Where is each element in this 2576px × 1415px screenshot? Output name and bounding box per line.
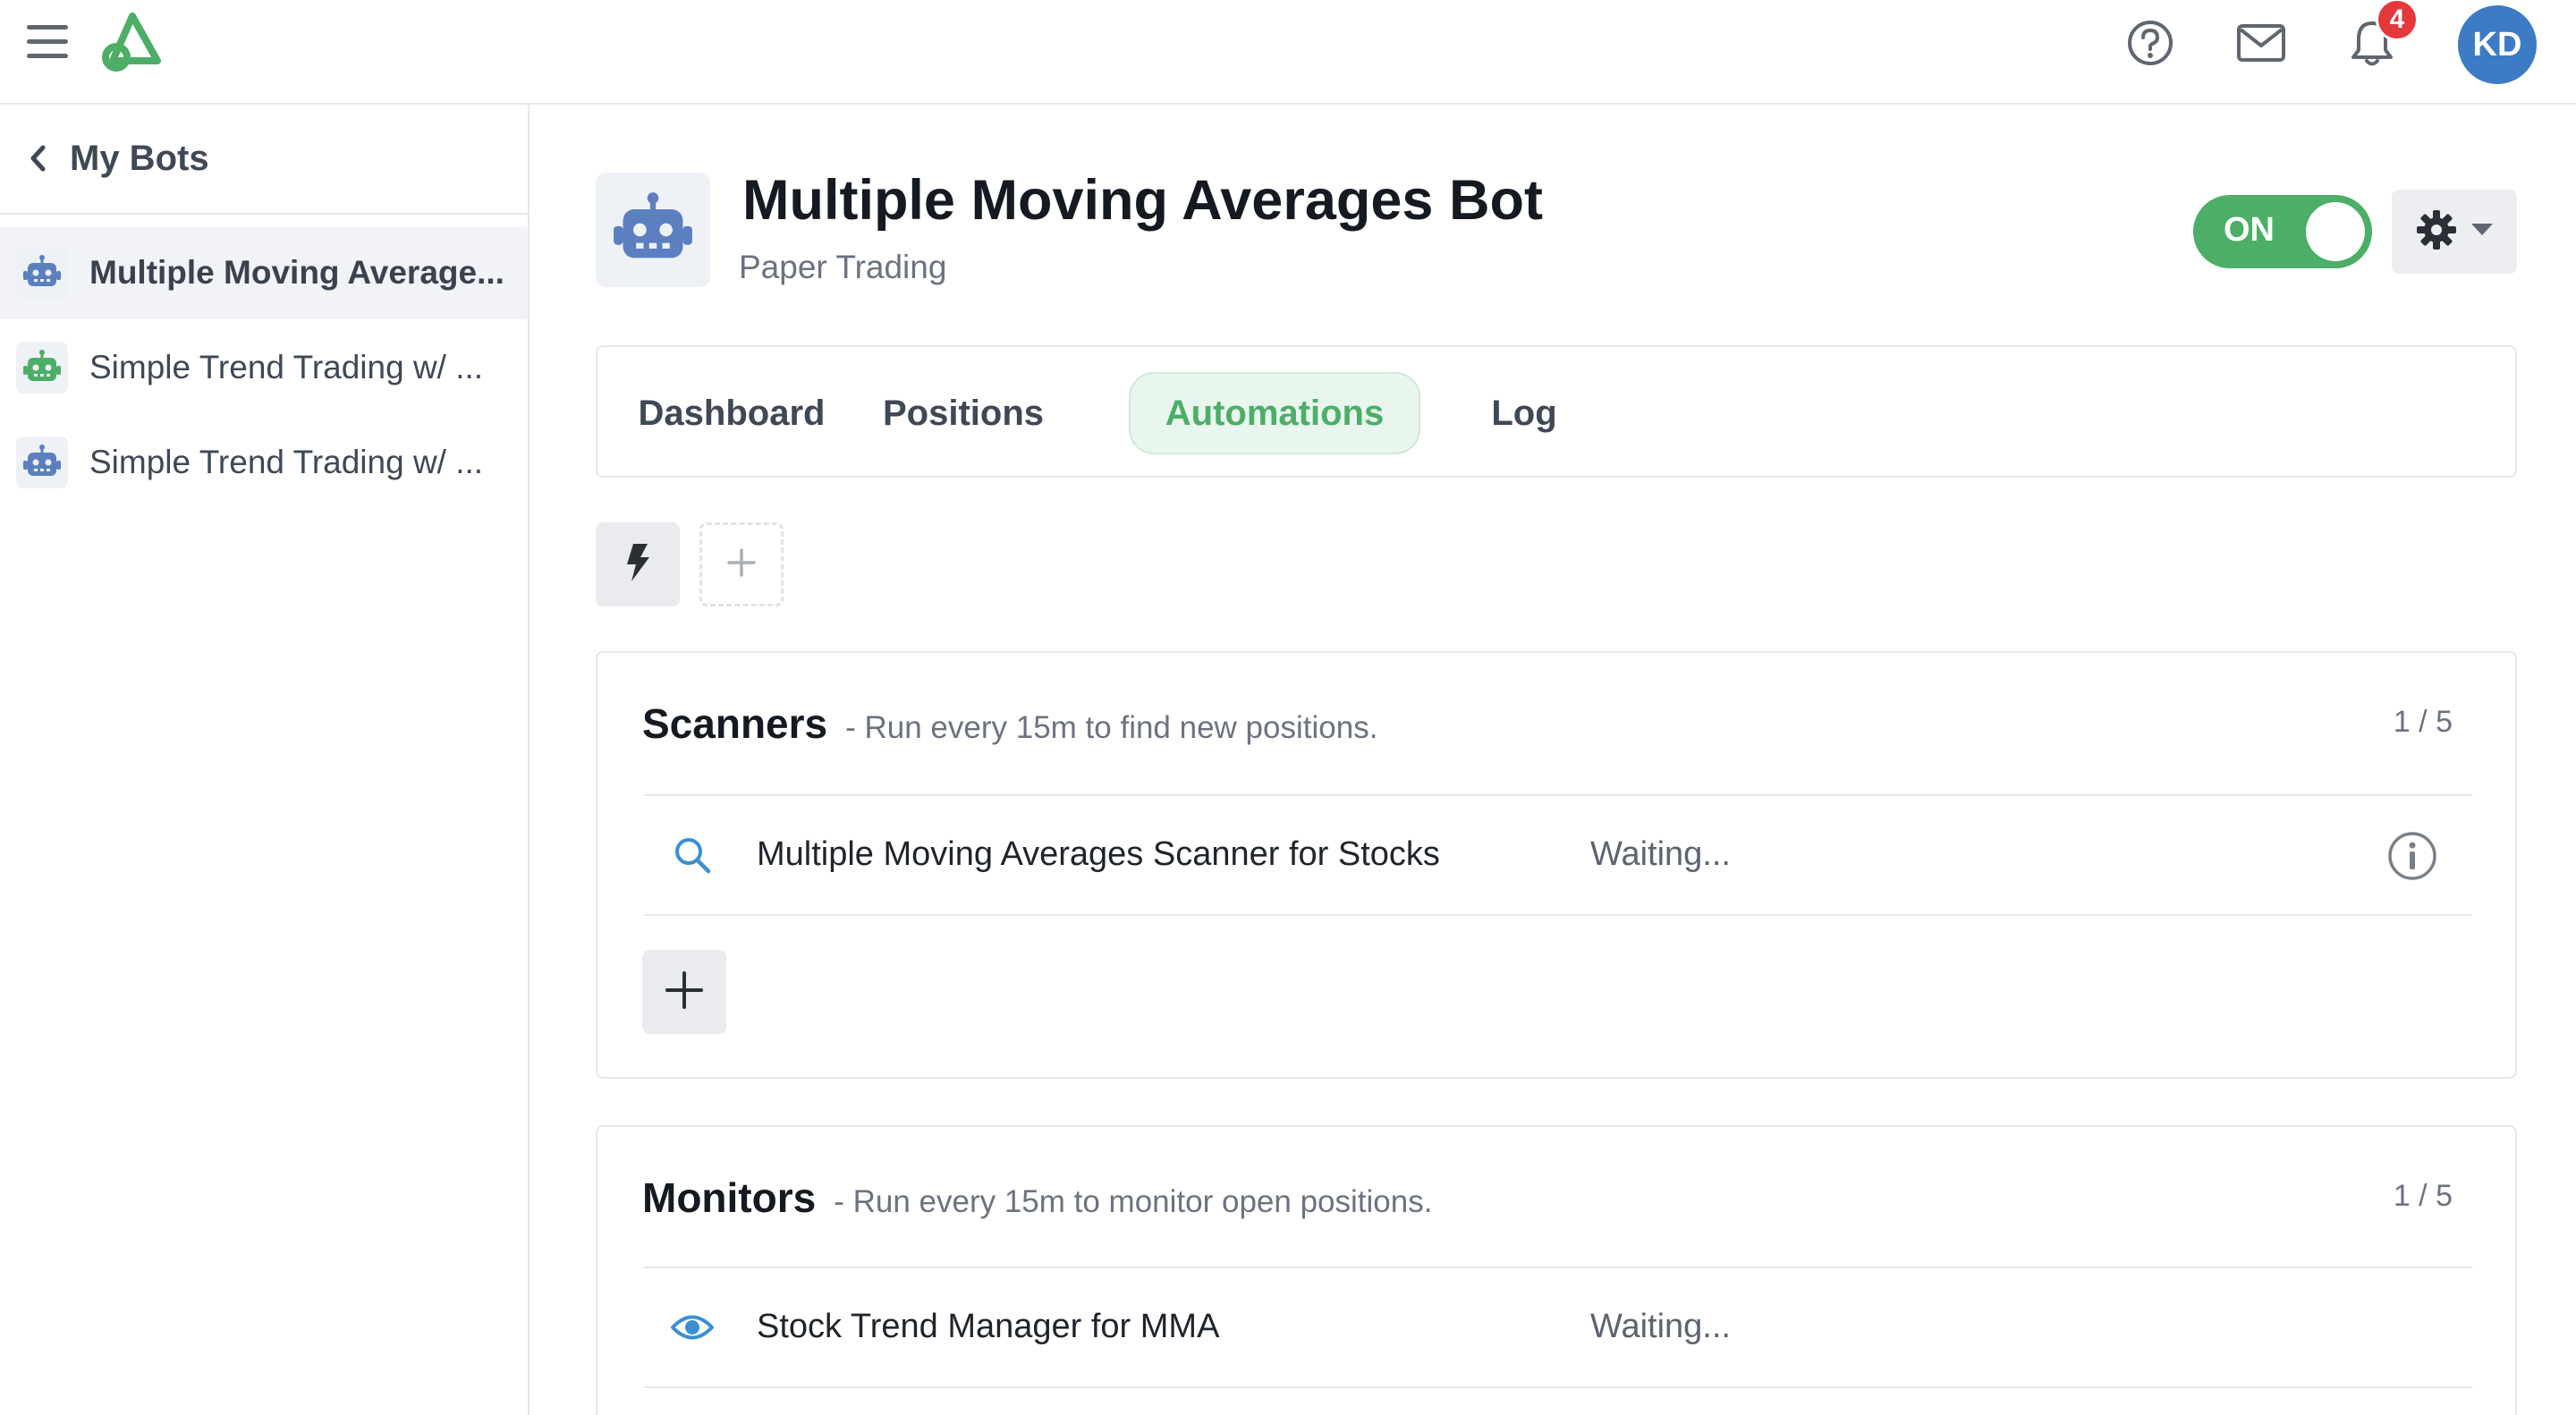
sidebar-bot-item-simple-trend-1[interactable]: Simple Trend Trading w/ ... [0,321,528,414]
tab-positions[interactable]: Positions [860,372,1066,454]
plus-icon [665,970,704,1014]
toggle-knob [2306,202,2365,261]
monitors-heading: Monitors - Run every 15m to monitor open… [642,1174,1432,1222]
brand-logo-icon[interactable] [98,11,166,72]
section-title: Scanners [642,700,828,747]
section-description: - Run every 15m to find new positions. [845,710,1378,745]
notification-count-badge: 4 [2376,0,2419,41]
bot-on-off-toggle[interactable]: ON [2193,195,2372,268]
hamburger-menu-icon[interactable] [27,23,70,61]
sidebar-bot-item-multiple-moving-averages[interactable]: Multiple Moving Average... [0,226,528,319]
section-title: Monitors [642,1174,817,1221]
sidebar-bot-label: Simple Trend Trading w/ ... [89,349,484,386]
eye-icon [669,1304,716,1351]
bot-robot-icon [596,173,710,287]
automation-set-button[interactable] [596,522,680,606]
bot-title: Multiple Moving Averages Bot [742,169,1543,232]
scanner-status: Waiting... [1590,835,1731,873]
scanners-count: 1 / 5 [2393,705,2453,739]
tab-log[interactable]: Log [1462,372,1587,454]
bot-subtitle: Paper Trading [739,249,947,285]
divider [644,1386,2472,1388]
tab-automations[interactable]: Automations [1129,372,1420,454]
sidebar-bot-label: Simple Trend Trading w/ ... [89,444,484,480]
monitor-status: Waiting... [1590,1308,1731,1345]
scanner-name: Multiple Moving Averages Scanner for Sto… [757,835,1440,873]
divider [644,914,2472,916]
monitors-section: Monitors - Run every 15m to monitor open… [596,1125,2517,1415]
scanner-row[interactable]: Multiple Moving Averages Scanner for Sto… [644,796,2472,914]
sidebar-bot-label: Multiple Moving Average... [89,254,504,291]
help-icon[interactable] [2123,16,2177,70]
caret-down-icon [2470,223,2494,241]
add-automation-set-button[interactable] [699,522,784,606]
back-to-my-bots-link[interactable]: My Bots [29,131,209,185]
add-scanner-button[interactable] [642,950,726,1034]
back-link-label: My Bots [70,138,209,178]
monitors-count: 1 / 5 [2393,1179,2453,1213]
info-icon[interactable] [2386,830,2438,882]
robot-icon [16,342,68,394]
bot-tabs-bar: Dashboard Positions Automations Log [596,345,2517,478]
robot-icon [16,436,68,488]
chevron-left-icon [29,140,57,176]
plus-icon [726,547,757,582]
sidebar-bot-item-simple-trend-2[interactable]: Simple Trend Trading w/ ... [0,416,528,509]
gear-icon [2415,208,2458,256]
search-icon [669,832,716,878]
section-description: - Run every 15m to monitor open position… [834,1184,1433,1219]
sidebar: My Bots Multiple Moving Average... Simpl… [0,105,530,1415]
monitor-name: Stock Trend Manager for MMA [757,1308,1220,1345]
sidebar-divider [0,213,528,215]
top-navbar: 4 KD [0,0,2576,105]
mail-icon[interactable] [2234,16,2288,70]
toggle-label: ON [2224,211,2275,249]
monitor-row[interactable]: Stock Trend Manager for MMA Waiting... [644,1268,2472,1386]
scanners-heading: Scanners - Run every 15m to find new pos… [642,699,1377,748]
user-avatar[interactable]: KD [2458,5,2537,84]
robot-icon [16,247,68,299]
lightning-bolt-icon [624,543,651,587]
scanners-section: Scanners - Run every 15m to find new pos… [596,651,2517,1079]
settings-dropdown-button[interactable] [2392,190,2517,274]
tab-dashboard[interactable]: Dashboard [633,372,830,454]
